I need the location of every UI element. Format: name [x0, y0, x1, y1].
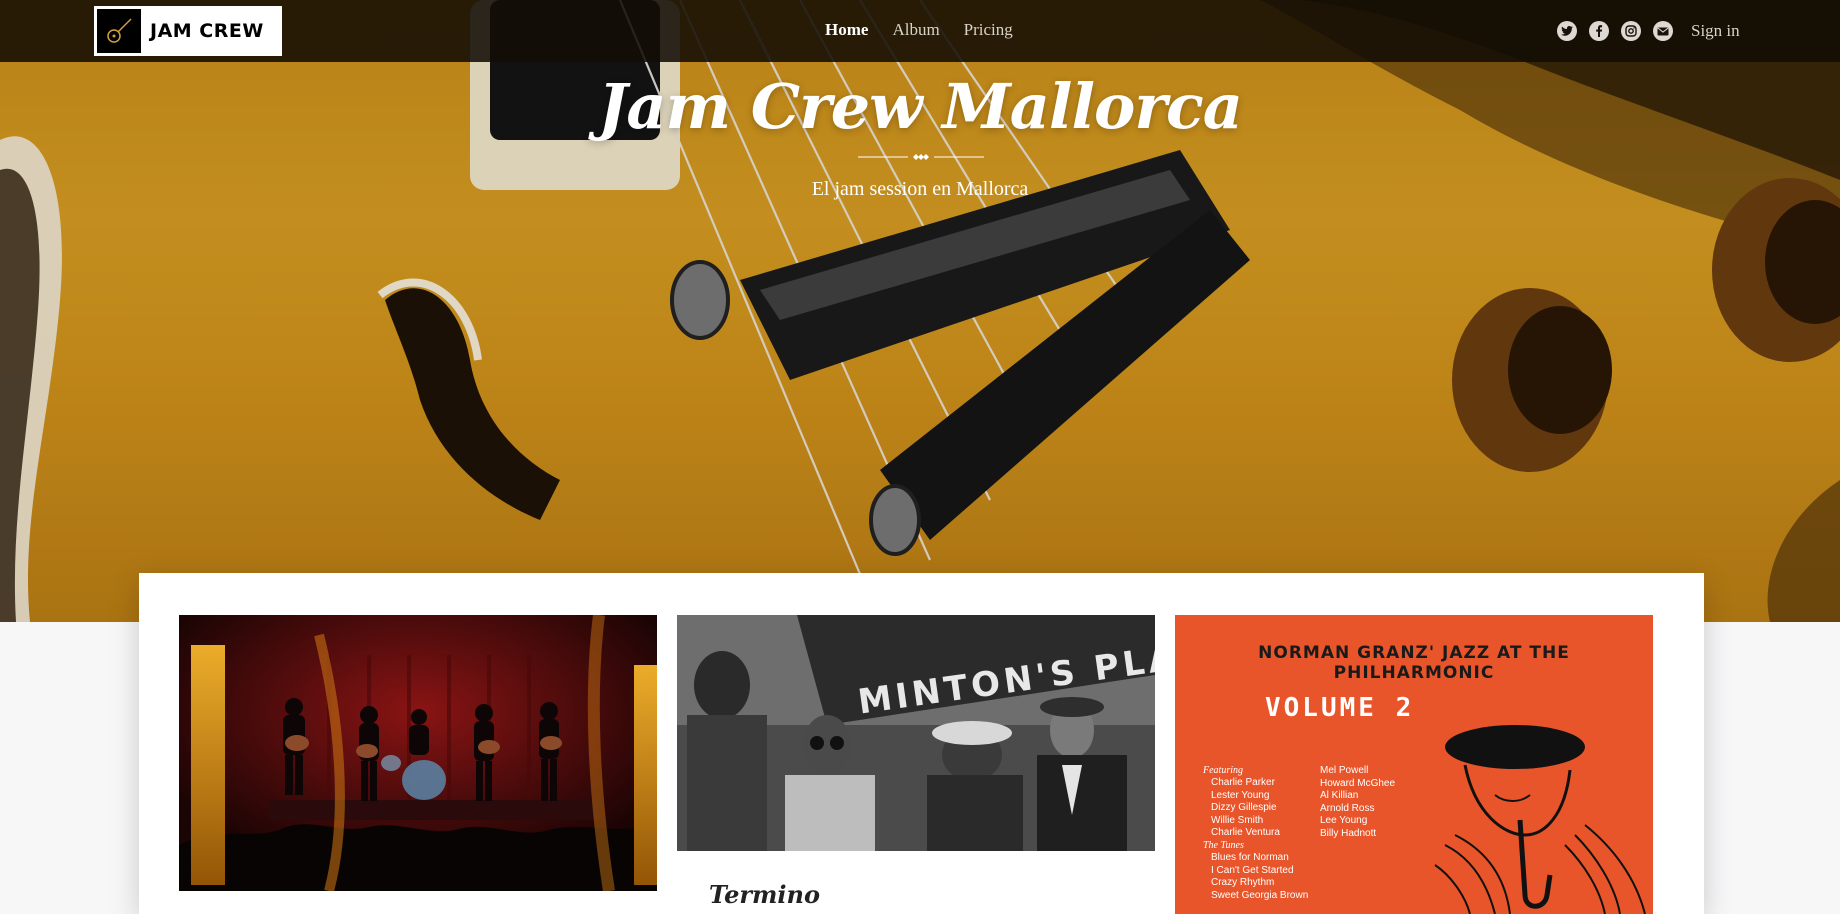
mintons-playhouse-photo: MINTON'S PLAY	[677, 615, 1155, 851]
album-cover-title: NORMAN GRANZ' JAZZ AT THE PHILHARMONIC	[1258, 643, 1570, 683]
album-featuring-label: Featuring	[1203, 765, 1243, 776]
album-tunes-list: Blues for Norman I Can't Get Started Crazy…	[1211, 852, 1309, 901]
card-termino[interactable]: MINTON'S PLAY	[677, 615, 1155, 914]
nav-album[interactable]: Album	[892, 20, 939, 40]
twitter-icon[interactable]	[1557, 21, 1577, 41]
saxophonist-illustration	[1434, 725, 1646, 914]
main-nav: Home Album Pricing	[825, 20, 1013, 40]
card-band-stage[interactable]	[179, 615, 657, 914]
hero-title: Jam Crew Mallorca	[598, 70, 1243, 143]
mail-icon[interactable]	[1653, 21, 1673, 41]
album-cover-volume: VOLUME 2	[1265, 693, 1415, 723]
nav-pricing[interactable]: Pricing	[964, 20, 1013, 40]
nav-home[interactable]: Home	[825, 20, 868, 40]
album-featuring-left: Charlie Parker Lester Young Dizzy Gillespi…	[1211, 777, 1280, 838]
brand-logo-link[interactable]: JAM CREW	[94, 6, 282, 56]
album-tunes-label: The Tunes	[1203, 840, 1244, 851]
sign-in-link[interactable]: Sign in	[1691, 21, 1740, 41]
band-stage-photo	[179, 615, 657, 891]
social-links	[1557, 21, 1673, 41]
card-album-cover[interactable]: NORMAN GRANZ' JAZZ AT THE PHILHARMONIC V…	[1175, 615, 1653, 914]
jazz-album-cover: NORMAN GRANZ' JAZZ AT THE PHILHARMONIC V…	[1175, 615, 1653, 914]
card-title-termino[interactable]: Termino	[709, 880, 820, 909]
album-featuring-right: Mel Powell Howard McGhee Al Killian Arnold …	[1320, 765, 1396, 839]
guitar-icon	[96, 8, 142, 54]
brand-name: JAM CREW	[150, 20, 264, 42]
hero-subtitle: El jam session en Mallorca	[811, 178, 1029, 200]
facebook-icon[interactable]	[1589, 21, 1609, 41]
top-navbar: JAM CREW Home Album Pricing Sign in	[0, 0, 1840, 62]
title-divider	[858, 154, 984, 160]
instagram-icon[interactable]	[1621, 21, 1641, 41]
